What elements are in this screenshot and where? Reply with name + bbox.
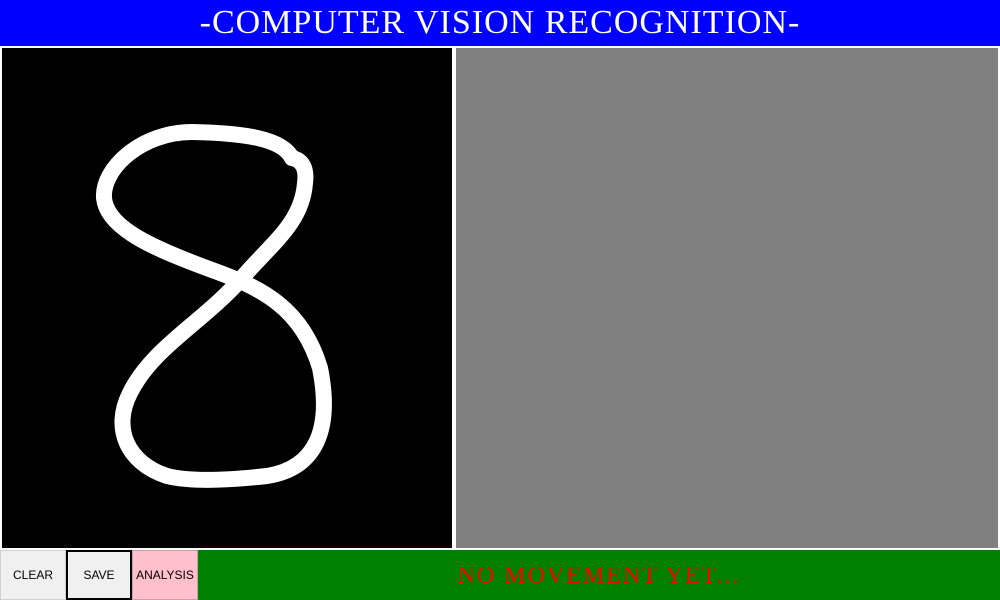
save-button[interactable]: SAVE — [66, 550, 132, 600]
clear-button[interactable]: CLEAR — [0, 550, 66, 600]
status-message: NO MOVEMENT YET... — [198, 550, 1000, 600]
app-window: -COMPUTER VISION RECOGNITION- CLEAR SAVE… — [0, 0, 1000, 600]
page-title: -COMPUTER VISION RECOGNITION- — [0, 0, 1000, 46]
handwritten-eight-stroke — [96, 124, 332, 488]
analysis-button[interactable]: ANALYSIS — [132, 550, 198, 600]
drawing-canvas[interactable] — [2, 48, 452, 548]
result-panel — [456, 48, 998, 548]
